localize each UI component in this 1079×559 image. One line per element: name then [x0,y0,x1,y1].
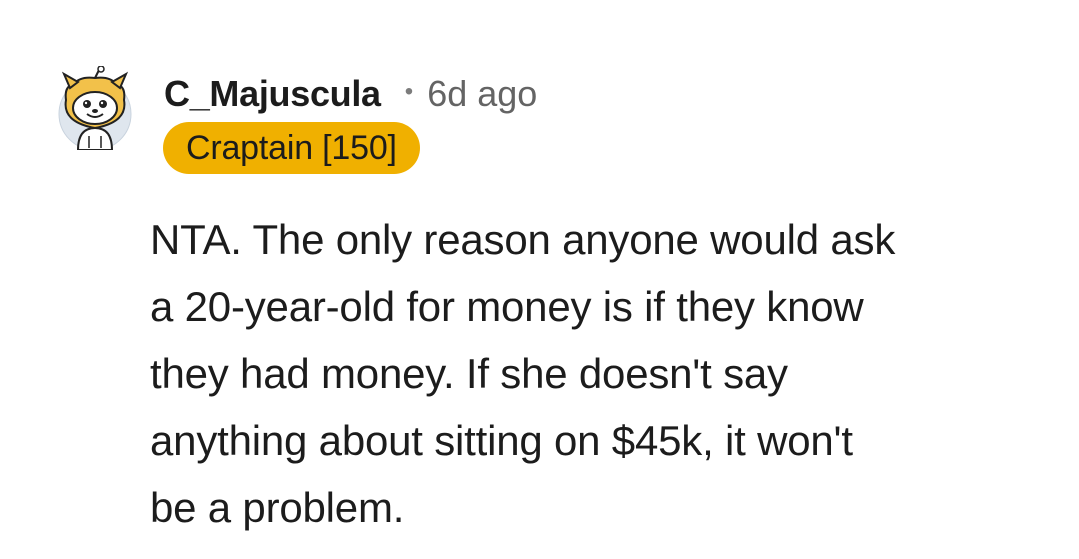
avatar[interactable] [56,65,134,151]
comment: C_Majuscula • 6d ago Craptain [150] NTA.… [0,0,1079,559]
comment-body-line: they had money. If she doesn't say [150,350,788,397]
comment-body-line: NTA. The only reason anyone would ask [150,216,896,263]
comment-header: C_Majuscula • 6d ago [164,72,537,116]
comment-body-line: be a problem. [150,484,405,531]
comment-body-line: a 20-year-old for money is if they know [150,283,864,330]
snoo-dog-avatar-icon [58,65,132,151]
user-flair-badge: Craptain [150] [163,122,420,174]
comment-body-line: anything about sitting on $45k, it won't [150,417,853,464]
comment-body: NTA. The only reason anyone would ask a … [150,206,1050,541]
timestamp: 6d ago [427,73,538,114]
username-link[interactable]: C_Majuscula [164,73,381,115]
separator-dot: • [404,78,414,105]
